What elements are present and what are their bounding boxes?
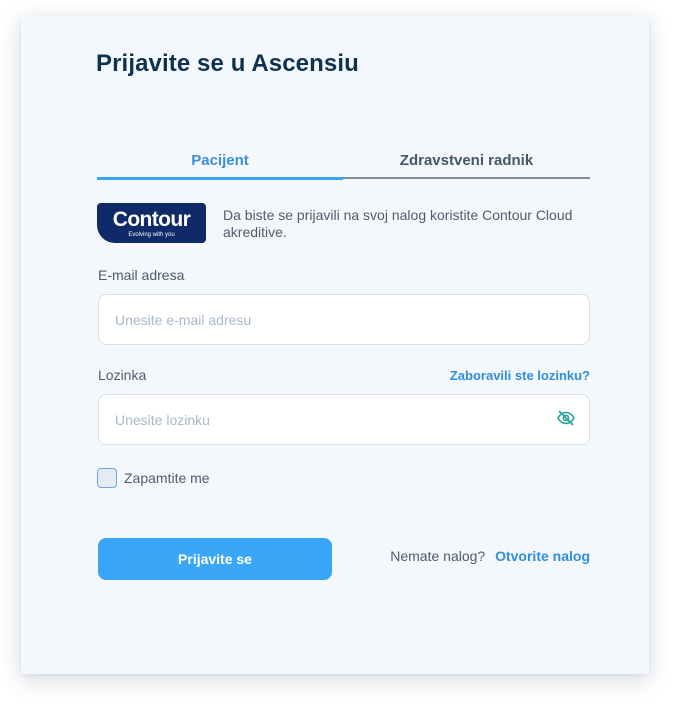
tab-patient[interactable]: Pacijent [97, 150, 343, 180]
signup-prompt: Nemate nalog? Otvorite nalog [390, 548, 590, 564]
email-label: E-mail adresa [98, 267, 185, 283]
password-field[interactable] [98, 394, 590, 445]
info-text: Da biste se prijavili na svoj nalog kori… [223, 207, 573, 240]
login-card: Prijavite se u Ascensiu Pacijent Zdravst… [21, 16, 649, 674]
tab-healthcare-worker[interactable]: Zdravstveni radnik [343, 150, 590, 179]
eye-off-icon[interactable] [556, 408, 576, 428]
login-button[interactable]: Prijavite se [98, 538, 332, 580]
page-title: Prijavite se u Ascensiu [96, 50, 359, 77]
contour-logo: Contour Evolving with you [97, 203, 206, 243]
remember-label: Zapamtite me [124, 470, 210, 486]
forgot-password-link[interactable]: Zaboravili ste lozinku? [450, 368, 590, 383]
open-account-link[interactable]: Otvorite nalog [495, 548, 590, 564]
logo-tagline: Evolving with you [128, 232, 175, 238]
logo-name: Contour [112, 208, 191, 231]
password-label: Lozinka [98, 367, 147, 383]
login-tabs: Pacijent Zdravstveni radnik [97, 150, 590, 180]
remember-checkbox[interactable] [97, 468, 117, 488]
signup-question: Nemate nalog? [390, 548, 486, 564]
email-field[interactable] [98, 294, 590, 345]
